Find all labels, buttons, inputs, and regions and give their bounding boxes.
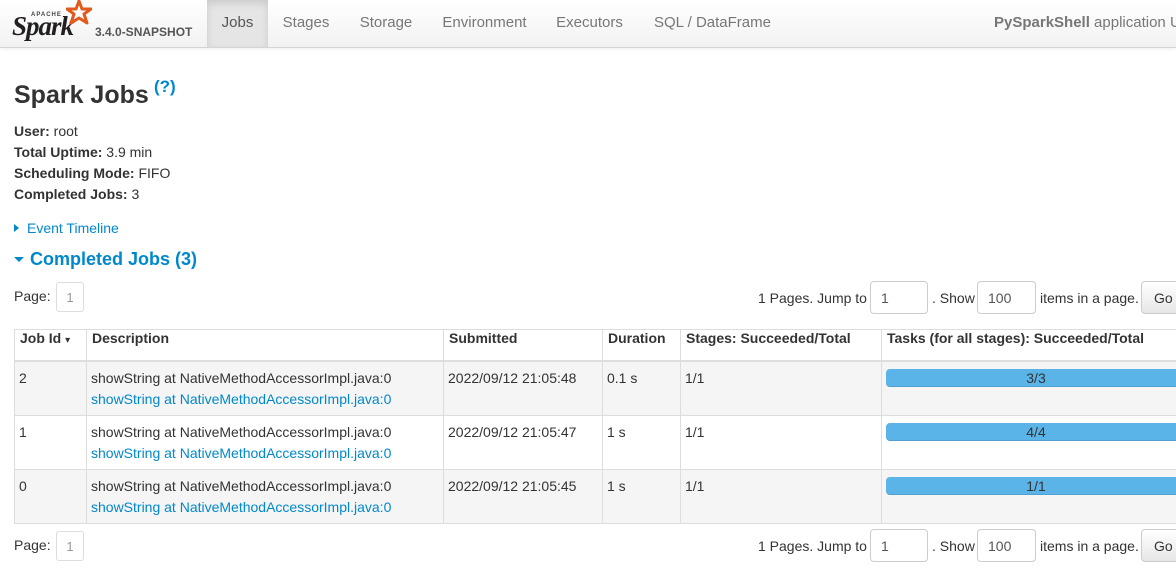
page-number-bottom[interactable]: 1: [56, 531, 84, 561]
cell-duration: 1 s: [602, 415, 681, 470]
summary-completed-jobs: Completed Jobs: 3: [14, 184, 139, 204]
page-size-input-top[interactable]: [977, 281, 1036, 314]
tasks-progress-bar: 1/1: [886, 477, 1176, 495]
go-button-bottom[interactable]: Go: [1141, 529, 1176, 562]
go-button-top[interactable]: Go: [1141, 281, 1176, 314]
spark-star-icon: [66, 0, 92, 25]
cell-tasks: 4/4: [881, 415, 1176, 470]
tab-environment[interactable]: Environment: [428, 0, 541, 47]
completed-value: 3: [127, 186, 140, 202]
cell-description: showString at NativeMethodAccessorImpl.j…: [86, 415, 444, 470]
cell-stages: 1/1: [680, 415, 882, 470]
cell-description: showString at NativeMethodAccessorImpl.j…: [86, 360, 444, 416]
jump-to-page-input-bottom[interactable]: [870, 529, 928, 562]
page-label-top: Page:: [14, 288, 51, 304]
cell-submitted: 2022/09/12 21:05:45: [443, 469, 603, 524]
completed-jobs-title: Completed Jobs (3): [30, 249, 198, 269]
event-timeline-toggle[interactable]: Event Timeline: [14, 220, 119, 236]
cell-stages: 1/1: [680, 469, 882, 524]
summary-uptime: Total Uptime: 3.9 min: [14, 142, 152, 162]
items-text-top: items in a page.: [1040, 290, 1139, 306]
description-link[interactable]: showString at NativeMethodAccessorImpl.j…: [91, 389, 439, 410]
user-label: User:: [14, 123, 50, 139]
event-timeline-label: Event Timeline: [27, 220, 119, 236]
tab-jobs[interactable]: Jobs: [207, 0, 268, 47]
mode-label: Scheduling Mode:: [14, 165, 135, 181]
tab-stages[interactable]: Stages: [268, 0, 344, 47]
tab-sql-dataframe[interactable]: SQL / DataFrame: [638, 0, 787, 47]
cell-submitted: 2022/09/12 21:05:48: [443, 360, 603, 416]
tab-storage[interactable]: Storage: [344, 0, 428, 47]
tasks-progress-bar: 4/4: [886, 423, 1176, 441]
cell-duration: 0.1 s: [602, 360, 681, 416]
tasks-progress-bar: 3/3: [886, 369, 1176, 387]
items-text-bottom: items in a page.: [1040, 538, 1139, 554]
app-name: PySparkShell: [994, 14, 1090, 31]
completed-jobs-table: Job Id ▾ Description Submitted Duration …: [14, 329, 1176, 524]
table-row: 2 showString at NativeMethodAccessorImpl…: [14, 360, 1176, 416]
user-value: root: [49, 123, 78, 139]
cell-job-id: 1: [14, 415, 87, 470]
table-row: 1 showString at NativeMethodAccessorImpl…: [14, 415, 1176, 470]
application-title: PySparkShell application U: [994, 0, 1176, 46]
description-text: showString at NativeMethodAccessorImpl.j…: [91, 478, 392, 494]
summary-scheduling-mode: Scheduling Mode: FIFO: [14, 163, 170, 183]
top-navbar: APACHE Spark 3.4.0-SNAPSHOT Jobs Stages …: [0, 0, 1176, 48]
cell-job-id: 0: [14, 469, 87, 524]
col-submitted[interactable]: Submitted: [443, 329, 603, 362]
page-number-top[interactable]: 1: [56, 282, 84, 312]
page-label-bottom: Page:: [14, 537, 51, 553]
spark-version: 3.4.0-SNAPSHOT: [95, 25, 193, 39]
pages-text-top: 1 Pages. Jump to: [758, 290, 867, 306]
logo-spark-text: Spark: [12, 11, 74, 41]
description-text: showString at NativeMethodAccessorImpl.j…: [91, 424, 392, 440]
uptime-label: Total Uptime:: [14, 144, 103, 160]
page-title: Spark Jobs: [14, 81, 149, 109]
table-header-row: Job Id ▾ Description Submitted Duration …: [14, 329, 1176, 362]
description-link[interactable]: showString at NativeMethodAccessorImpl.j…: [91, 497, 439, 518]
completed-jobs-section-toggle[interactable]: Completed Jobs (3): [14, 249, 197, 270]
col-stages[interactable]: Stages: Succeeded/Total: [680, 329, 882, 362]
caret-right-icon: [14, 224, 19, 232]
description-link[interactable]: showString at NativeMethodAccessorImpl.j…: [91, 443, 439, 464]
uptime-value: 3.9 min: [102, 144, 153, 160]
caret-down-icon: [14, 257, 24, 262]
cell-tasks: 3/3: [881, 360, 1176, 416]
help-link[interactable]: (?): [154, 77, 176, 97]
summary-user: User: root: [14, 121, 78, 141]
cell-description: showString at NativeMethodAccessorImpl.j…: [86, 469, 444, 524]
tab-executors[interactable]: Executors: [541, 0, 638, 47]
sort-desc-icon: ▾: [65, 335, 71, 346]
col-description[interactable]: Description: [86, 329, 444, 362]
cell-stages: 1/1: [680, 360, 882, 416]
cell-tasks: 1/1: [881, 469, 1176, 524]
completed-jobs-link[interactable]: Completed Jobs:: [14, 186, 128, 202]
app-suffix: application U: [1089, 14, 1176, 31]
col-duration[interactable]: Duration: [602, 329, 681, 362]
cell-duration: 1 s: [602, 469, 681, 524]
table-row: 0 showString at NativeMethodAccessorImpl…: [14, 469, 1176, 524]
cell-submitted: 2022/09/12 21:05:47: [443, 415, 603, 470]
show-text-top: . Show: [932, 290, 975, 306]
pages-text-bottom: 1 Pages. Jump to: [758, 538, 867, 554]
cell-job-id: 2: [14, 360, 87, 416]
page-size-input-bottom[interactable]: [977, 529, 1036, 562]
show-text-bottom: . Show: [932, 538, 975, 554]
col-job-id-label: Job Id: [20, 330, 62, 346]
jump-to-page-input-top[interactable]: [870, 281, 928, 314]
description-text: showString at NativeMethodAccessorImpl.j…: [91, 370, 392, 386]
col-tasks[interactable]: Tasks (for all stages): Succeeded/Total: [881, 329, 1176, 362]
mode-value: FIFO: [134, 165, 171, 181]
col-job-id[interactable]: Job Id ▾: [14, 329, 87, 362]
